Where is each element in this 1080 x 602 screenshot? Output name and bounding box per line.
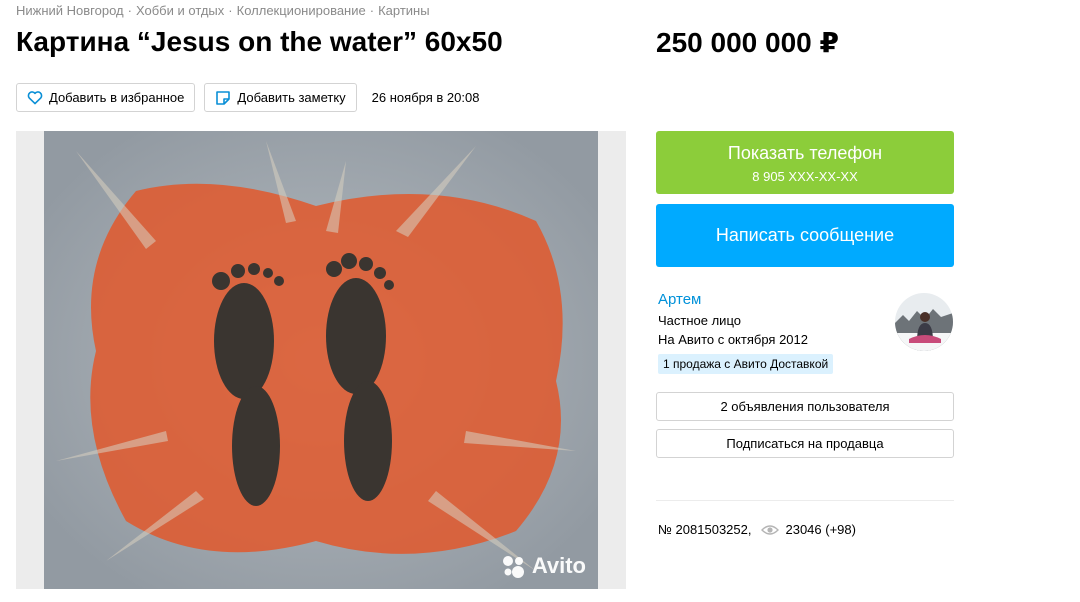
breadcrumb-separator: · <box>228 3 233 18</box>
breadcrumb-separator: · <box>369 3 375 18</box>
delivery-sales-badge: 1 продажа с Авито Доставкой <box>658 354 834 374</box>
listing-title: Картина “Jesus on the water” 60x50 <box>16 26 503 57</box>
breadcrumb-subcategory[interactable]: Коллекционирование <box>237 3 366 18</box>
add-note-button[interactable]: Добавить заметку <box>204 83 357 112</box>
seller-name[interactable]: Артем <box>658 291 701 308</box>
breadcrumb-separator: · <box>127 3 132 18</box>
views-count: 23046 (+98) <box>785 522 856 537</box>
user-listings-button[interactable]: 2 объявления пользователя <box>656 392 954 421</box>
breadcrumb: Нижний Новгород · Хобби и отдых · Коллекцион… <box>16 3 430 18</box>
show-phone-label: Показать телефон <box>727 143 883 163</box>
heart-icon <box>26 89 44 107</box>
write-message-button[interactable]: Написать сообщение <box>656 204 954 267</box>
listing-price: 250 000 000 ₽ <box>656 27 839 58</box>
eye-icon <box>761 524 780 536</box>
listing-number: № 2081503252, <box>658 522 752 537</box>
listing-photo[interactable]: Avito <box>16 131 626 589</box>
breadcrumb-section[interactable]: Картины <box>378 3 430 18</box>
seller-type: Частное лицо <box>658 313 741 328</box>
painting-image <box>16 131 626 589</box>
breadcrumb-category[interactable]: Хобби и отдых <box>136 3 224 18</box>
avatar[interactable] <box>895 293 953 351</box>
listing-toolbar: Добавить в избранное Добавить заметку 26… <box>16 83 479 112</box>
subscribe-seller-button[interactable]: Подписаться на продавца <box>656 429 954 458</box>
phone-masked: 8 905 XXX-XX-XX <box>752 169 858 184</box>
breadcrumb-city[interactable]: Нижний Новгород <box>16 3 124 18</box>
avatar-image <box>895 293 953 351</box>
listing-stats: № 2081503252, 23046 (+98) <box>658 522 856 537</box>
show-phone-button[interactable]: Показать телефон 8 905 XXX-XX-XX <box>656 131 954 194</box>
avito-logo-icon <box>502 556 524 578</box>
add-note-label: Добавить заметку <box>237 90 346 105</box>
note-icon <box>214 89 232 107</box>
add-to-favorites-button[interactable]: Добавить в избранное <box>16 83 196 112</box>
avito-watermark: Avito <box>500 553 586 579</box>
watermark-text: Avito <box>531 553 586 578</box>
seller-since: На Авито с октября 2012 <box>658 332 808 347</box>
listing-date: 26 ноября в 20:08 <box>371 90 480 105</box>
divider <box>656 500 954 501</box>
add-to-favorites-label: Добавить в избранное <box>49 90 185 105</box>
